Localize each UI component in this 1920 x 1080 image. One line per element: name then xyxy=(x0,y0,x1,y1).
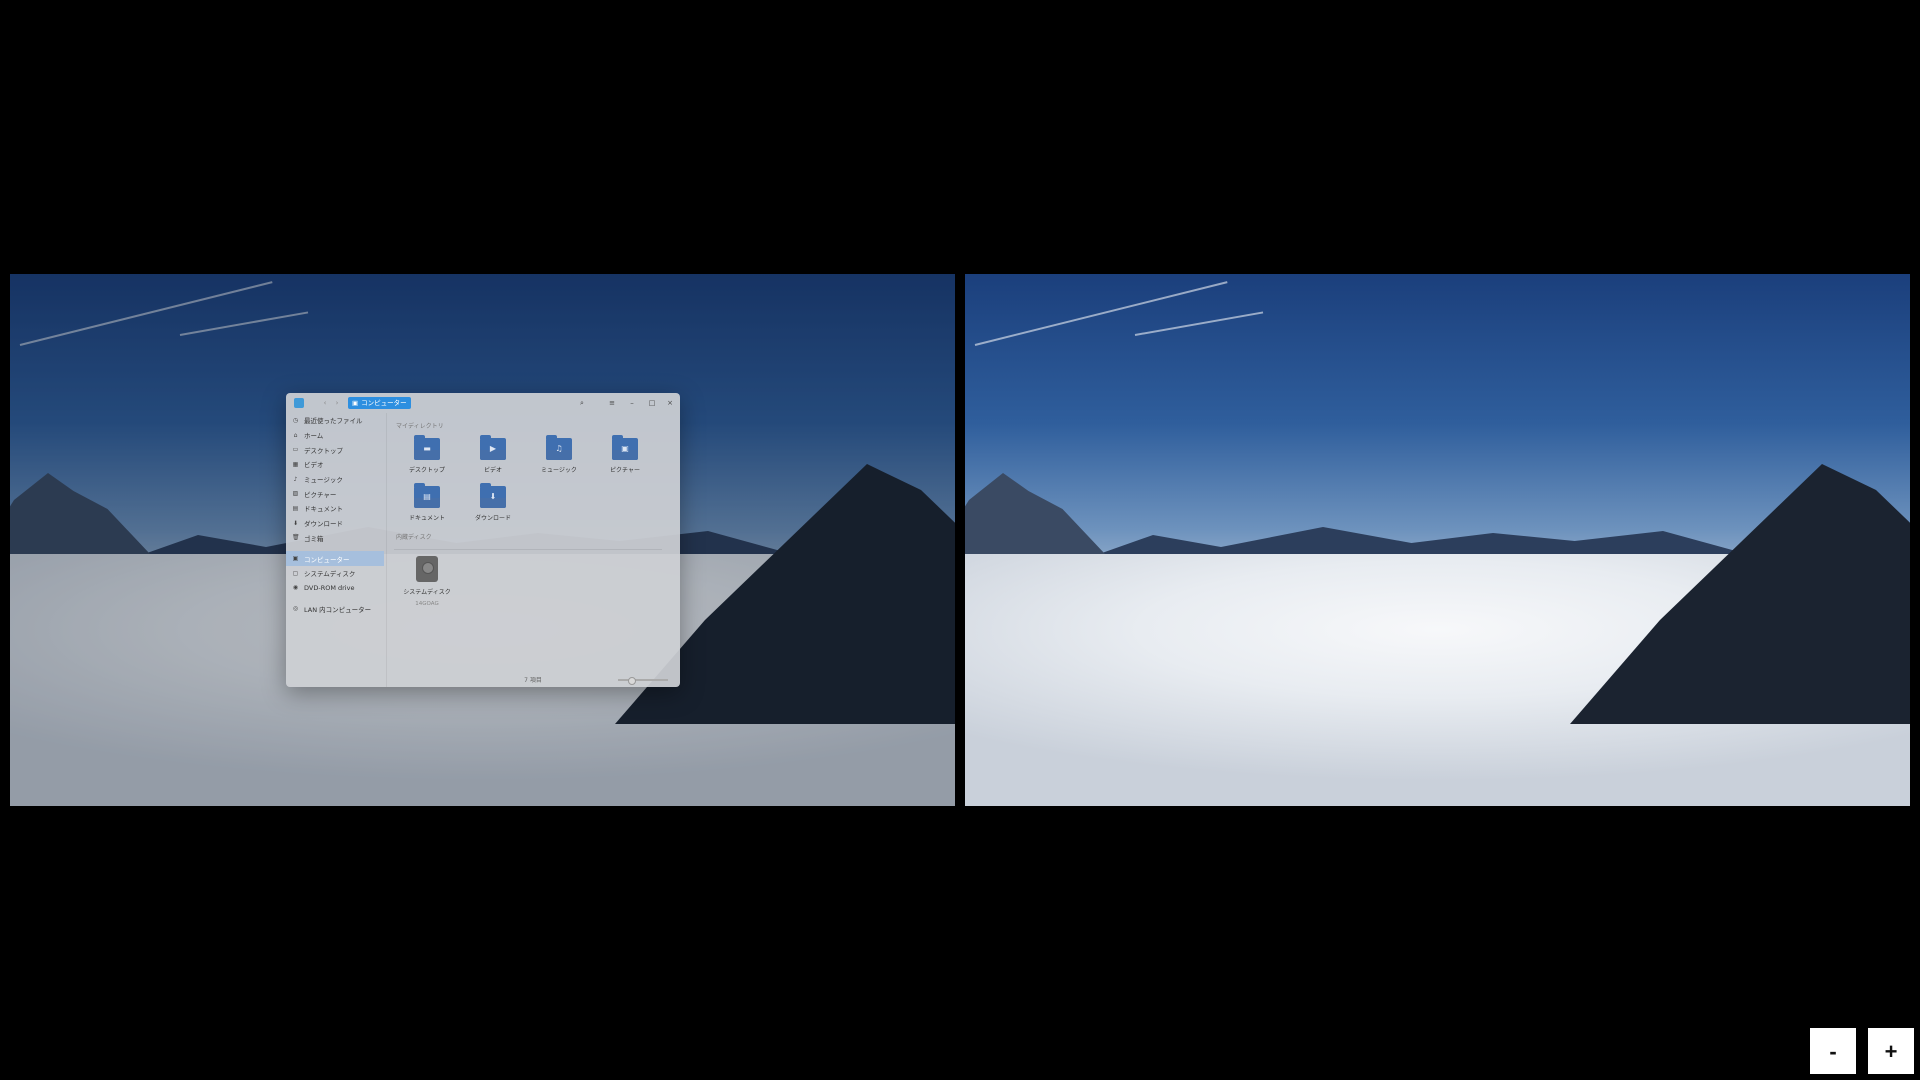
file-manager-app-icon xyxy=(294,398,304,408)
breadcrumb[interactable]: ▣ コンピューター xyxy=(348,397,411,409)
mountain-range xyxy=(1085,527,1765,559)
sidebar-item-home[interactable]: ⌂ ホーム xyxy=(286,428,386,443)
sidebar-item-system-disk[interactable]: ▢ システムディスク xyxy=(286,566,386,581)
folder-item-music[interactable]: ♫ ミュージック xyxy=(526,435,592,474)
sidebar-item-music[interactable]: ♪ ミュージック xyxy=(286,472,386,487)
disk-size: 14GOAG xyxy=(415,601,439,607)
title-bar[interactable]: ‹ › ▣ コンピューター ⌕ ≡ – □ × xyxy=(286,393,680,413)
contrail xyxy=(974,281,1228,346)
sidebar-item-desktop[interactable]: ▭ デスクトップ xyxy=(286,442,386,457)
desktop-icon: ▭ xyxy=(292,446,299,454)
sidebar-item-dvd[interactable]: ◉ DVD-ROM drive xyxy=(286,581,386,596)
trash-icon: 🗑 xyxy=(292,534,300,542)
folder-item-pictures[interactable]: ▣ ピクチャー xyxy=(592,435,658,474)
breadcrumb-label: コンピューター xyxy=(361,399,407,407)
network-icon: ◎ xyxy=(292,605,299,613)
folder-item-video[interactable]: ▶ ビデオ xyxy=(460,435,526,474)
folder-item-downloads[interactable]: ⬇ ダウンロード xyxy=(460,483,526,522)
sidebar-item-documents[interactable]: ▤ ドキュメント xyxy=(286,501,386,516)
document-folder-icon: ▤ xyxy=(414,483,440,508)
sidebar-item-trash[interactable]: 🗑 ゴミ箱 xyxy=(286,531,386,546)
folder-item-desktop[interactable]: ▬ デスクトップ xyxy=(394,435,460,474)
divider xyxy=(394,549,662,550)
folder-grid: ▬ デスクトップ ▶ ビデオ ♫ ミュージック ▣ ピクチャー ▤ ドキュメント… xyxy=(394,435,670,522)
document-icon: ▤ xyxy=(292,504,299,512)
nav-buttons: ‹ › xyxy=(320,398,342,408)
sidebar-item-video[interactable]: ▦ ビデオ xyxy=(286,457,386,472)
clock-icon: ◷ xyxy=(292,416,299,424)
picture-icon: ▨ xyxy=(292,490,299,498)
back-icon[interactable]: ‹ xyxy=(320,398,330,408)
search-icon[interactable]: ⌕ xyxy=(576,397,588,409)
sidebar-item-network[interactable]: ◎ LAN 内コンピューター xyxy=(286,601,386,616)
computer-icon: ▣ xyxy=(292,555,299,563)
desktop-folder-icon: ▬ xyxy=(414,435,440,460)
sidebar: ◷ 最近使ったファイル ⌂ ホーム ▭ デスクトップ ▦ ビデオ ♪ ミュージック ▨ ピク… xyxy=(286,413,387,687)
computer-icon: ▣ xyxy=(352,399,359,407)
disk-icon: ▢ xyxy=(292,569,299,577)
icon-size-slider[interactable] xyxy=(618,677,668,685)
menu-icon[interactable]: ≡ xyxy=(606,397,618,409)
disk-grid: システムディスク 14GOAG xyxy=(394,556,670,607)
zoom-in-button[interactable]: + xyxy=(1868,1028,1914,1074)
zoom-out-button[interactable]: - xyxy=(1810,1028,1856,1074)
contrail xyxy=(1134,311,1264,336)
close-icon[interactable]: × xyxy=(664,397,676,409)
section-title-my-dirs: マイディレクトリ xyxy=(396,423,444,430)
maximize-icon[interactable]: □ xyxy=(646,397,658,409)
section-title-internal-disk: 内蔵ディスク xyxy=(396,534,432,541)
item-count: 7 項目 xyxy=(524,676,542,684)
download-icon: ⬇ xyxy=(292,519,299,527)
mountain-peak xyxy=(965,473,1105,554)
folder-item-documents[interactable]: ▤ ドキュメント xyxy=(394,483,460,522)
video-folder-icon: ▶ xyxy=(480,435,506,460)
workspace-thumbnail-right[interactable] xyxy=(965,274,1910,806)
file-manager-window[interactable]: ‹ › ▣ コンピューター ⌕ ≡ – □ × ◷ 最近使ったファイル ⌂ ホーム … xyxy=(286,393,680,687)
sidebar-item-downloads[interactable]: ⬇ ダウンロード xyxy=(286,516,386,531)
slider-handle[interactable] xyxy=(628,677,636,685)
dvd-icon: ◉ xyxy=(292,584,299,592)
home-icon: ⌂ xyxy=(293,431,298,439)
picture-folder-icon: ▣ xyxy=(612,435,638,460)
sidebar-item-pictures[interactable]: ▨ ピクチャー xyxy=(286,486,386,501)
sidebar-item-recent[interactable]: ◷ 最近使ったファイル xyxy=(286,413,386,428)
sidebar-item-computer[interactable]: ▣ コンピューター xyxy=(286,551,384,566)
video-icon: ▦ xyxy=(292,460,299,468)
music-folder-icon: ♫ xyxy=(546,435,572,460)
music-icon: ♪ xyxy=(293,475,298,483)
main-content: マイディレクトリ ▬ デスクトップ ▶ ビデオ ♫ ミュージック ▣ ピクチャー… xyxy=(394,421,670,687)
minimize-icon[interactable]: – xyxy=(626,397,638,409)
disk-item-system[interactable]: システムディスク 14GOAG xyxy=(394,556,460,607)
download-folder-icon: ⬇ xyxy=(480,483,506,508)
hard-disk-icon xyxy=(416,556,438,582)
forward-icon[interactable]: › xyxy=(332,398,342,408)
